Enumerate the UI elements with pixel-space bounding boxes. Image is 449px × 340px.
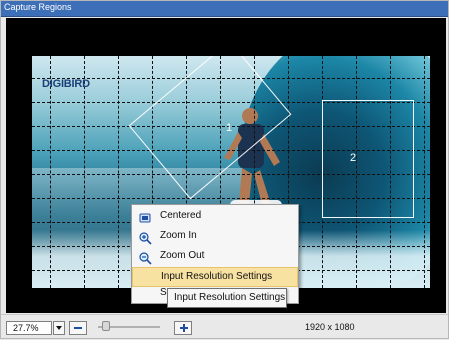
region-label-2: 2 <box>350 152 357 164</box>
zoom-slider-thumb[interactable] <box>102 321 110 331</box>
menu-item-label: Input Resolution Settings <box>161 271 273 282</box>
capture-region-2[interactable] <box>322 100 414 218</box>
menu-item-zoom-in[interactable]: Zoom In <box>132 227 298 247</box>
zoom-out-icon <box>138 250 152 265</box>
zoom-in-button[interactable] <box>174 321 192 335</box>
menu-item-zoom-out[interactable]: Zoom Out <box>132 247 298 267</box>
zoom-toolbar: 27.7% 1920 x 1080 <box>0 314 449 340</box>
zoom-in-icon <box>138 230 152 245</box>
menu-item-centered[interactable]: Centered <box>132 207 298 227</box>
input-resolution-text: 1920 x 1080 <box>305 322 355 332</box>
digibird-logo: DIGIBIRD <box>42 78 90 90</box>
region-label-1: 1 <box>226 122 233 134</box>
grid-line <box>118 56 119 288</box>
capture-regions-window: Capture Regions DIGIBIRD 1 2 Centered Zo… <box>0 0 449 340</box>
grid-line <box>84 56 85 288</box>
chevron-down-icon <box>56 326 62 330</box>
grid-line <box>424 56 425 288</box>
menu-item-label: Centered <box>160 210 202 221</box>
tooltip-text: Input Resolution Settings <box>174 292 286 303</box>
menu-item-label: Zoom In <box>160 230 197 241</box>
grid-line <box>50 56 51 288</box>
menu-item-label: Zoom Out <box>160 250 205 261</box>
plus-icon <box>183 324 185 332</box>
menu-item-input-resolution-settings[interactable]: Input Resolution Settings <box>132 267 298 287</box>
minus-icon <box>74 327 82 329</box>
window-titlebar: Capture Regions <box>0 0 449 17</box>
zoom-out-button[interactable] <box>69 321 87 335</box>
center-icon <box>138 210 152 224</box>
window-title: Capture Regions <box>4 2 72 12</box>
zoom-level-value: 27.7% <box>13 323 39 333</box>
zoom-level-dropdown-button[interactable] <box>53 321 65 335</box>
tooltip: Input Resolution Settings <box>167 288 287 308</box>
preview-viewport[interactable]: DIGIBIRD 1 2 Centered Zoom In Zoom Out I… <box>6 18 446 313</box>
zoom-level-field[interactable]: 27.7% <box>6 321 52 335</box>
